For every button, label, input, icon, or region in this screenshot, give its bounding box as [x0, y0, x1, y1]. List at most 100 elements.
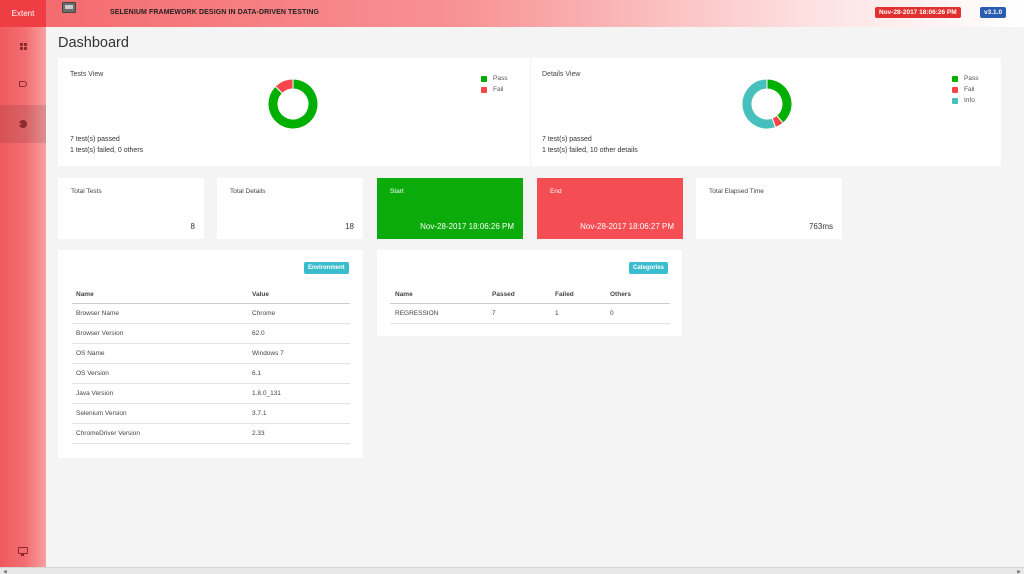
end-time-value: Nov-28-2017 18:06:27 PM — [580, 222, 674, 231]
categories-table: Name Passed Failed Others REGRESSION 7 1… — [390, 287, 670, 324]
legend-label-pass: Pass — [493, 75, 508, 82]
tests-view-donut-chart[interactable] — [267, 78, 319, 130]
sidebar-item-dashboard[interactable] — [0, 27, 46, 65]
env-value-cell: 6.1 — [252, 363, 350, 384]
environment-card: Environment Name Value Browser Name Chrom… — [58, 250, 363, 458]
start-time-card: Start Nov-28-2017 18:06:26 PM — [377, 178, 523, 239]
details-view-summary: 7 test(s) passed 1 test(s) failed, 10 ot… — [542, 134, 638, 156]
scroll-left-icon[interactable]: ◀ — [3, 569, 7, 574]
tests-passed-text: 7 test(s) passed — [70, 136, 120, 143]
category-failed-cell: 1 — [555, 303, 610, 324]
env-name-cell: Browser Version — [72, 323, 252, 344]
legend-item-pass[interactable]: Pass — [481, 73, 507, 84]
table-row: OS Name Windows 7 — [72, 343, 350, 364]
end-time-label: End — [550, 188, 562, 195]
tests-failed-text: 1 test(s) failed, 0 others — [70, 147, 144, 154]
categories-card: Categories Name Passed Failed Others REG… — [377, 250, 682, 336]
env-value-cell: 2.33 — [252, 423, 350, 444]
column-header-value: Value — [252, 287, 350, 304]
grid-icon — [19, 42, 27, 50]
elapsed-time-card: Total Elapsed Time 763ms — [696, 178, 842, 239]
scroll-right-icon[interactable]: ▶ — [1017, 569, 1021, 574]
sidebar-item-tests[interactable] — [0, 65, 46, 103]
details-view-label: Details View — [542, 71, 581, 78]
environment-badge: Environment — [304, 262, 349, 274]
details-passed-text: 7 test(s) passed — [542, 136, 592, 143]
details-view-donut-chart[interactable] — [741, 78, 793, 130]
tests-view-label: Tests View — [70, 71, 104, 78]
elapsed-time-value: 763ms — [808, 222, 833, 231]
table-row: Selenium Version 3.7.1 — [72, 403, 350, 424]
sidebar-item-analytics[interactable] — [0, 105, 46, 143]
legend-swatch-info — [952, 97, 958, 104]
category-others-cell: 0 — [610, 303, 670, 324]
version-badge: v3.1.0 — [980, 7, 1007, 18]
horizontal-scrollbar[interactable]: ◀ ▶ — [0, 567, 1024, 574]
env-value-cell: Chrome — [252, 303, 350, 324]
donut-slice-pass[interactable] — [766, 78, 793, 124]
table-row: Browser Name Chrome — [72, 303, 350, 324]
table-row[interactable]: REGRESSION 7 1 0 — [390, 303, 670, 324]
category-passed-cell: 7 — [492, 303, 555, 324]
env-name-cell: OS Version — [72, 363, 252, 384]
legend-item-pass[interactable]: Pass — [952, 73, 978, 84]
env-name-cell: ChromeDriver Version — [72, 423, 252, 444]
column-header-failed: Failed — [555, 287, 610, 304]
legend-swatch-pass — [481, 75, 487, 82]
monitor-icon[interactable] — [18, 547, 28, 556]
tests-view-card: Tests View Pass Fail 7 test(s) passed 1 … — [58, 58, 530, 166]
tests-view-summary: 7 test(s) passed 1 test(s) failed, 0 oth… — [70, 134, 143, 156]
column-header-name: Name — [72, 287, 252, 304]
column-header-name: Name — [390, 287, 492, 304]
end-time-card: End Nov-28-2017 18:06:27 PM — [537, 178, 683, 239]
env-name-cell: Browser Name — [72, 303, 252, 324]
tag-icon — [19, 81, 27, 87]
total-details-label: Total Details — [230, 188, 266, 195]
details-view-card: Details View Pass Fail Info 7 test(s) pa… — [531, 58, 1001, 166]
browser-window-icon — [62, 2, 76, 13]
brand-logo[interactable]: Extent — [0, 0, 46, 27]
legend-item-fail[interactable]: Fail — [481, 84, 507, 95]
legend-swatch-fail — [481, 86, 487, 93]
table-row: ChromeDriver Version 2.33 — [72, 423, 350, 444]
total-tests-label: Total Tests — [71, 188, 102, 195]
total-tests-value: 8 — [190, 222, 195, 231]
env-name-cell: OS Name — [72, 343, 252, 364]
categories-badge: Categories — [629, 262, 669, 274]
pie-chart-icon — [19, 120, 27, 128]
legend-label-info: Info — [964, 97, 975, 104]
legend-label-fail: Fail — [964, 86, 975, 93]
legend-label-pass: Pass — [964, 75, 979, 82]
total-details-value: 18 — [345, 222, 354, 231]
report-timestamp-badge: Nov-28-2017 18:06:26 PM — [875, 7, 961, 18]
tests-view-legend: Pass Fail — [481, 73, 507, 95]
env-name-cell: Java Version — [72, 383, 252, 404]
elapsed-time-label: Total Elapsed Time — [709, 188, 764, 195]
category-name-cell[interactable]: REGRESSION — [390, 303, 492, 324]
legend-swatch-pass — [952, 75, 958, 82]
total-tests-card: Total Tests 8 — [58, 178, 204, 239]
env-name-cell: Selenium Version — [72, 403, 252, 424]
table-row: OS Version 6.1 — [72, 363, 350, 384]
sidebar — [0, 27, 46, 567]
environment-table: Name Value Browser Name Chrome Browser Ve… — [72, 287, 350, 444]
report-title: SELENIUM FRAMEWORK DESIGN IN DATA-DRIVEN… — [110, 9, 320, 16]
table-header-row: Name Passed Failed Others — [390, 287, 670, 304]
legend-label-fail: Fail — [493, 86, 504, 93]
legend-item-info[interactable]: Info — [952, 95, 978, 106]
start-time-value: Nov-28-2017 18:06:26 PM — [420, 222, 514, 231]
column-header-passed: Passed — [492, 287, 555, 304]
page-title: Dashboard — [58, 35, 129, 51]
table-row: Java Version 1.8.0_131 — [72, 383, 350, 404]
env-value-cell: 1.8.0_131 — [252, 383, 350, 404]
table-header-row: Name Value — [72, 287, 350, 304]
legend-swatch-fail — [952, 86, 958, 93]
details-view-legend: Pass Fail Info — [952, 73, 978, 106]
start-time-label: Start — [390, 188, 404, 195]
legend-item-fail[interactable]: Fail — [952, 84, 978, 95]
column-header-others: Others — [610, 287, 670, 304]
env-value-cell: 3.7.1 — [252, 403, 350, 424]
total-details-card: Total Details 18 — [217, 178, 363, 239]
details-failed-text: 1 test(s) failed, 10 other details — [542, 147, 638, 154]
env-value-cell: 62.0 — [252, 323, 350, 344]
